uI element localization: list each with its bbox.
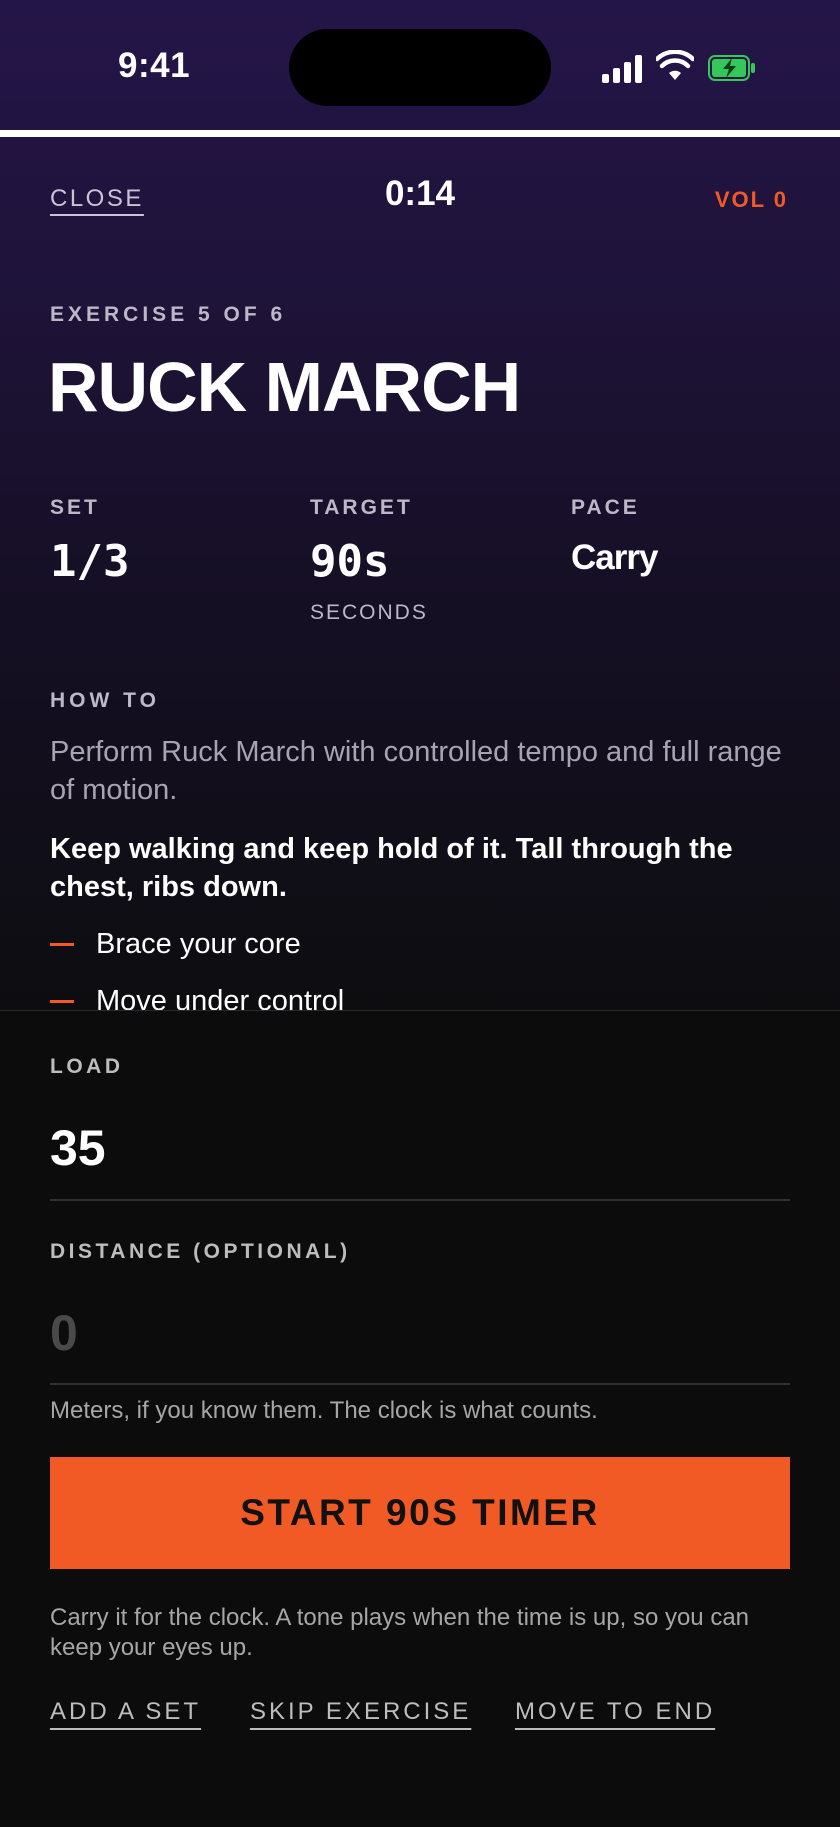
move-to-end-link[interactable]: MOVE TO END	[515, 1698, 715, 1726]
stat-target-label: TARGET	[310, 496, 413, 519]
distance-label: DISTANCE (OPTIONAL)	[50, 1240, 351, 1263]
bullet-text: Move under control	[96, 985, 345, 1010]
howto-heading: HOW TO	[50, 689, 160, 712]
start-timer-button[interactable]: START 90S TIMER	[50, 1457, 790, 1569]
dynamic-island	[289, 29, 551, 106]
stat-set-label: SET	[50, 496, 100, 519]
load-label: LOAD	[50, 1055, 124, 1078]
dash-icon	[50, 1000, 74, 1003]
stat-pace: PACE Carry	[571, 496, 658, 578]
howto-cue: Keep walking and keep hold of it. Tall t…	[50, 833, 733, 903]
volume-toggle[interactable]: VOL 0	[715, 187, 788, 213]
distance-input[interactable]: 0	[50, 1304, 78, 1362]
load-input[interactable]: 35	[50, 1119, 106, 1177]
list-item: Brace your core	[50, 925, 344, 982]
exercise-title: RUCK MARCH	[48, 348, 521, 426]
timer-note: Carry it for the clock. A tone plays whe…	[50, 1604, 750, 1661]
stat-target-unit: SECONDS	[310, 601, 428, 624]
status-time: 9:41	[118, 46, 191, 85]
load-underline	[50, 1199, 790, 1201]
workout-progress-bar	[0, 130, 840, 137]
skip-exercise-link[interactable]: SKIP EXERCISE	[250, 1698, 471, 1726]
add-set-link[interactable]: ADD A SET	[50, 1698, 201, 1726]
workout-progress-fill	[0, 130, 840, 137]
list-item: Move under control	[50, 982, 344, 1010]
stat-pace-value: Carry	[571, 538, 658, 577]
howto-description: Perform Ruck March with controlled tempo…	[50, 736, 782, 806]
stat-target-value: 90s	[310, 536, 390, 587]
dash-icon	[50, 943, 74, 946]
stat-pace-label: PACE	[571, 496, 640, 519]
distance-underline	[50, 1383, 790, 1385]
stat-set: SET 1/3	[50, 496, 129, 587]
stat-target: TARGET 90s SECONDS	[310, 496, 428, 625]
stat-set-value: 1/3	[50, 536, 130, 587]
howto-bullet-list: Brace your core Move under control	[50, 925, 344, 1010]
wifi-icon	[656, 50, 694, 80]
battery-charging-icon	[708, 55, 755, 81]
exercise-header: 9:41 CLOSE 0:14 VOL 0 EXERCISE 5 OF 6 RU…	[0, 0, 840, 1010]
bullet-text: Brace your core	[96, 928, 301, 960]
distance-hint: Meters, if you know them. The clock is w…	[50, 1397, 598, 1424]
exercise-counter: EXERCISE 5 OF 6	[50, 303, 287, 326]
cellular-signal-icon	[602, 55, 644, 83]
